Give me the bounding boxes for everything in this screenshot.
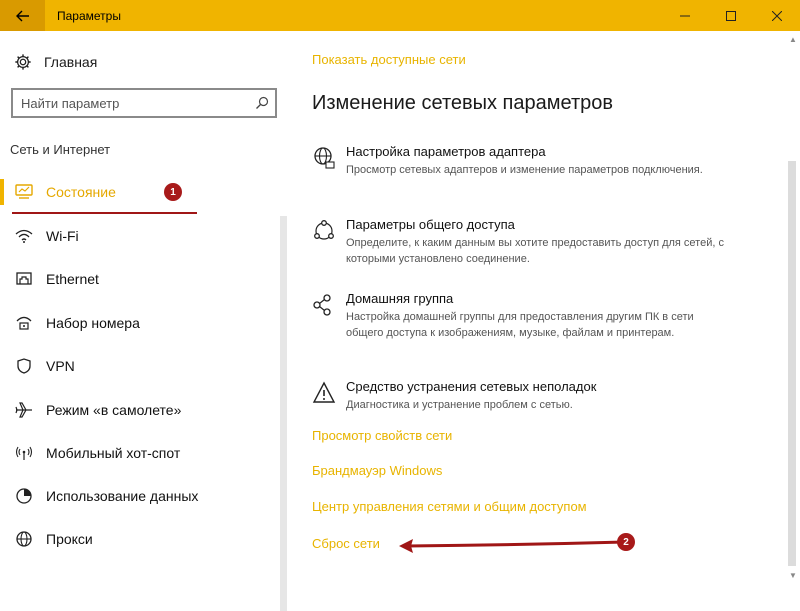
search-icon (256, 96, 269, 109)
sidebar-item-label: Использование данных (46, 488, 199, 504)
sidebar-home[interactable]: Главная (14, 53, 97, 71)
network-reset-link[interactable]: Сброс сети (312, 536, 380, 551)
sidebar-scrollbar[interactable] (280, 216, 287, 611)
windows-firewall-link[interactable]: Брандмауэр Windows (312, 463, 442, 478)
sidebar-item-label: Набор номера (46, 315, 140, 331)
setting-title: Средство устранения сетевых неполадок (346, 379, 597, 394)
sidebar-item-label: Режим «в самолете» (46, 402, 182, 418)
setting-title: Настройка параметров адаптера (346, 144, 546, 159)
page-heading: Изменение сетевых параметров (312, 92, 613, 114)
sidebar-item-label: VPN (46, 358, 75, 374)
annotation-arrow (399, 539, 626, 553)
main-content: Показать доступные сети Изменение сетевы… (290, 31, 800, 582)
sidebar-item-label: Состояние (46, 184, 116, 200)
setting-homegroup[interactable]: Домашняя группа Настройка домашней групп… (312, 291, 726, 341)
maximize-button[interactable] (708, 0, 754, 31)
sidebar: Главная Найти параметр Сеть и Интернет С… (0, 31, 290, 611)
sidebar-home-label: Главная (44, 54, 98, 70)
wifi-icon (14, 226, 34, 246)
sidebar-item-label: Прокси (46, 531, 93, 547)
minimize-button[interactable] (662, 0, 708, 31)
sidebar-item-airplane[interactable]: Режим «в самолете» (14, 396, 181, 424)
sidebar-item-label: Мобильный хот-спот (46, 445, 181, 461)
scroll-down-icon[interactable]: ▼ (789, 571, 797, 580)
dialup-icon (14, 313, 34, 333)
gear-icon (15, 54, 31, 70)
warning-icon (312, 381, 336, 403)
minimize-icon (680, 15, 690, 16)
setting-description: Определите, к каким данным вы хотите пре… (346, 237, 724, 265)
setting-adapter[interactable]: Настройка параметров адаптера Просмотр с… (312, 144, 726, 178)
show-networks-link[interactable]: Показать доступные сети (312, 52, 466, 67)
active-indicator (0, 179, 4, 205)
setting-sharing[interactable]: Параметры общего доступа Определите, к к… (312, 217, 726, 267)
close-button[interactable] (754, 0, 800, 31)
sidebar-item-hotspot[interactable]: Мобильный хот-спот (14, 439, 180, 467)
sidebar-item-label: Wi-Fi (46, 228, 79, 244)
sidebar-section-title: Сеть и Интернет (10, 142, 111, 157)
hotspot-icon (14, 443, 34, 463)
annotation-badge-1: 1 (164, 183, 182, 201)
sidebar-item-label: Ethernet (46, 271, 99, 287)
scroll-up-icon[interactable]: ▲ (789, 35, 797, 44)
annotation-underline (12, 212, 197, 214)
window-controls (662, 0, 800, 31)
network-properties-link[interactable]: Просмотр свойств сети (312, 428, 452, 443)
setting-description: Просмотр сетевых адаптеров и изменение п… (346, 164, 703, 176)
sidebar-item-ethernet[interactable]: Ethernet (14, 265, 99, 293)
sidebar-item-status[interactable]: Состояние (14, 178, 116, 206)
ethernet-icon (14, 269, 34, 289)
sharing-icon (314, 220, 334, 240)
globe-icon (14, 529, 34, 549)
sidebar-item-wifi[interactable]: Wi-Fi (14, 222, 79, 250)
airplane-icon (14, 400, 34, 420)
close-icon (772, 10, 782, 21)
setting-description: Диагностика и устранение проблем с сетью… (346, 399, 573, 411)
setting-title: Домашняя группа (346, 291, 454, 306)
vpn-icon (14, 356, 34, 376)
window-title: Параметры (57, 8, 121, 23)
search-input[interactable]: Найти параметр (21, 96, 255, 111)
homegroup-icon (313, 294, 331, 316)
status-icon (14, 182, 34, 202)
network-center-link[interactable]: Центр управления сетями и общим доступом (312, 499, 587, 514)
sidebar-item-dialup[interactable]: Набор номера (14, 309, 140, 337)
maximize-icon (726, 10, 736, 21)
setting-description: Настройка домашней группы для предоставл… (346, 311, 694, 339)
setting-troubleshoot[interactable]: Средство устранения сетевых неполадок Ди… (312, 379, 726, 413)
sidebar-item-proxy[interactable]: Прокси (14, 525, 93, 553)
main-scrollbar[interactable] (788, 161, 796, 566)
arrow-left-icon (15, 10, 29, 21)
sidebar-item-vpn[interactable]: VPN (14, 352, 75, 380)
back-button[interactable] (0, 0, 45, 31)
sidebar-item-data-usage[interactable]: Использование данных (14, 482, 198, 510)
title-bar: Параметры (0, 0, 800, 31)
setting-title: Параметры общего доступа (346, 217, 515, 232)
adapter-globe-icon (314, 147, 335, 169)
search-box[interactable]: Найти параметр (11, 88, 277, 118)
data-usage-icon (14, 486, 34, 506)
annotation-badge-2: 2 (617, 533, 635, 551)
